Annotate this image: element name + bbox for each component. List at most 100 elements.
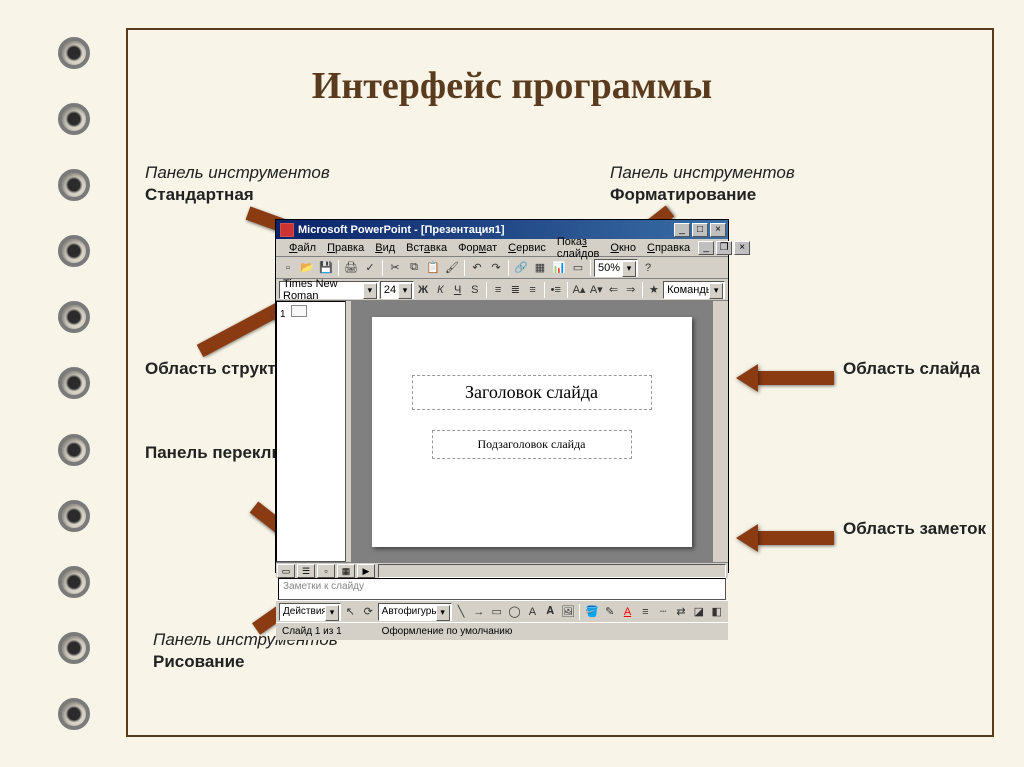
label-slide-area: Область слайда xyxy=(843,358,980,380)
status-design-info: Оформление по умолчанию xyxy=(382,626,513,637)
promote-icon[interactable]: ⇐ xyxy=(605,281,621,299)
view-slide-icon[interactable]: ▫ xyxy=(317,564,335,578)
shadow-icon[interactable]: S xyxy=(467,281,483,299)
print-icon[interactable]: 🖨 xyxy=(342,259,360,277)
spell-icon[interactable]: ✓ xyxy=(361,259,379,277)
view-outline-icon[interactable]: ☰ xyxy=(297,564,315,578)
open-icon[interactable]: 📂 xyxy=(298,259,316,277)
save-icon[interactable]: 💾 xyxy=(317,259,335,277)
copy-icon[interactable]: ⧉ xyxy=(405,259,423,277)
window-title: Microsoft PowerPoint - [Презентация1] xyxy=(298,224,672,236)
underline-icon[interactable]: Ч xyxy=(450,281,466,299)
menu-help[interactable]: Справка xyxy=(642,241,695,255)
arrow-slide-area xyxy=(736,365,836,395)
standard-toolbar: ▫ 📂 💾 🖨 ✓ ✂ ⧉ 📋 🖌 ↶ ↷ 🔗 ▦ 📊 ▭ 50% ? xyxy=(276,257,728,279)
view-sorter-icon[interactable]: ▦ xyxy=(337,564,355,578)
actions-combo[interactable]: Действия xyxy=(279,603,341,621)
table-icon[interactable]: ▦ xyxy=(531,259,549,277)
line-icon[interactable]: ╲ xyxy=(453,603,470,621)
drawing-toolbar: Действия ↖ ⟳ Автофигуры ╲ → ▭ ◯ A 𝐀 🖼 🪣 … xyxy=(276,600,728,622)
textbox-icon[interactable]: A xyxy=(524,603,541,621)
statusbar: Слайд 1 из 1 Оформление по умолчанию xyxy=(276,622,728,640)
undo-icon[interactable]: ↶ xyxy=(468,259,486,277)
align-right-icon[interactable]: ≡ xyxy=(524,281,540,299)
new-icon[interactable]: ▫ xyxy=(279,259,297,277)
font-size-combo[interactable]: 24 xyxy=(380,281,414,299)
outline-pane[interactable]: 1 xyxy=(276,301,346,562)
close-button[interactable]: × xyxy=(710,223,726,237)
slide-heading: Интерфейс программы xyxy=(0,64,1024,108)
formatting-toolbar: Times New Roman 24 Ж К Ч S ≡ ≣ ≡ •≡ A▴ A… xyxy=(276,279,728,301)
redo-icon[interactable]: ↷ xyxy=(487,259,505,277)
menu-insert[interactable]: Вставка xyxy=(401,241,452,255)
rectangle-icon[interactable]: ▭ xyxy=(488,603,505,621)
view-show-icon[interactable]: ▶ xyxy=(357,564,375,578)
label-notes-area: Область заметок xyxy=(843,518,986,540)
notes-pane[interactable]: Заметки к слайду xyxy=(278,578,726,600)
label-standard-toolbar: Панель инструментов Стандартная xyxy=(145,162,330,206)
oval-icon[interactable]: ◯ xyxy=(506,603,523,621)
arrow-style-icon[interactable]: ⇄ xyxy=(673,603,690,621)
app-icon xyxy=(280,223,294,237)
hyperlink-icon[interactable]: 🔗 xyxy=(512,259,530,277)
arrow-icon[interactable]: → xyxy=(470,603,487,621)
commands-combo[interactable]: Команды xyxy=(663,281,725,299)
line-color-icon[interactable]: ✎ xyxy=(601,603,618,621)
clipart-icon[interactable]: 🖼 xyxy=(560,603,577,621)
align-center-icon[interactable]: ≣ xyxy=(507,281,523,299)
help-icon[interactable]: ? xyxy=(639,259,657,277)
effects-icon[interactable]: ★ xyxy=(646,281,662,299)
outline-slide-icon[interactable] xyxy=(291,305,307,317)
spiral-binding xyxy=(58,0,98,767)
maximize-button[interactable]: □ xyxy=(692,223,708,237)
menu-view[interactable]: Вид xyxy=(370,241,400,255)
rotate-icon[interactable]: ⟳ xyxy=(360,603,377,621)
menu-tools[interactable]: Сервис xyxy=(503,241,551,255)
italic-icon[interactable]: К xyxy=(432,281,448,299)
menu-file[interactable]: Файл xyxy=(284,241,321,255)
shadow-style-icon[interactable]: ◪ xyxy=(690,603,707,621)
demote-icon[interactable]: ⇒ xyxy=(623,281,639,299)
slide-area: Заголовок слайда Подзаголовок слайда xyxy=(351,301,712,562)
fill-color-icon[interactable]: 🪣 xyxy=(583,603,600,621)
line-style-icon[interactable]: ≡ xyxy=(637,603,654,621)
horizontal-scrollbar[interactable] xyxy=(378,564,726,578)
bold-icon[interactable]: Ж xyxy=(415,281,431,299)
wordart-icon[interactable]: 𝐀 xyxy=(542,603,559,621)
view-normal-icon[interactable]: ▭ xyxy=(277,564,295,578)
mdi-close[interactable]: × xyxy=(734,241,750,255)
menu-format[interactable]: Формат xyxy=(453,241,502,255)
minimize-button[interactable]: _ xyxy=(674,223,690,237)
increase-font-icon[interactable]: A▴ xyxy=(571,281,587,299)
menu-slideshow[interactable]: Показ слайдов xyxy=(552,235,605,261)
menu-edit[interactable]: Правка xyxy=(322,241,369,255)
vertical-scrollbar[interactable] xyxy=(712,301,728,562)
autoshapes-combo[interactable]: Автофигуры xyxy=(378,603,452,621)
font-color-icon[interactable]: A xyxy=(619,603,636,621)
label-formatting-toolbar: Панель инструментов Форматирование xyxy=(610,162,795,206)
align-left-icon[interactable]: ≡ xyxy=(490,281,506,299)
title-placeholder[interactable]: Заголовок слайда xyxy=(412,375,652,410)
mdi-minimize[interactable]: _ xyxy=(698,241,714,255)
arrow-notes-area xyxy=(736,525,836,555)
paste-icon[interactable]: 📋 xyxy=(424,259,442,277)
select-icon[interactable]: ↖ xyxy=(342,603,359,621)
view-switch-bar: ▭ ☰ ▫ ▦ ▶ xyxy=(276,562,728,578)
bullets-icon[interactable]: •≡ xyxy=(548,281,564,299)
chart-icon[interactable]: 📊 xyxy=(550,259,568,277)
cut-icon[interactable]: ✂ xyxy=(386,259,404,277)
decrease-font-icon[interactable]: A▾ xyxy=(588,281,604,299)
3d-style-icon[interactable]: ◧ xyxy=(708,603,725,621)
font-name-combo[interactable]: Times New Roman xyxy=(279,281,379,299)
menubar: Файл Правка Вид Вставка Формат Сервис По… xyxy=(276,239,728,257)
menu-window[interactable]: Окно xyxy=(605,241,641,255)
zoom-combo[interactable]: 50% xyxy=(594,259,638,277)
new-slide-icon[interactable]: ▭ xyxy=(569,259,587,277)
powerpoint-window: Microsoft PowerPoint - [Презентация1] _ … xyxy=(275,219,729,573)
format-painter-icon[interactable]: 🖌 xyxy=(443,259,461,277)
mdi-restore[interactable]: ❐ xyxy=(716,241,732,255)
subtitle-placeholder[interactable]: Подзаголовок слайда xyxy=(432,430,632,459)
slide-canvas[interactable]: Заголовок слайда Подзаголовок слайда xyxy=(372,317,692,547)
titlebar: Microsoft PowerPoint - [Презентация1] _ … xyxy=(276,220,728,239)
dash-style-icon[interactable]: ┄ xyxy=(655,603,672,621)
